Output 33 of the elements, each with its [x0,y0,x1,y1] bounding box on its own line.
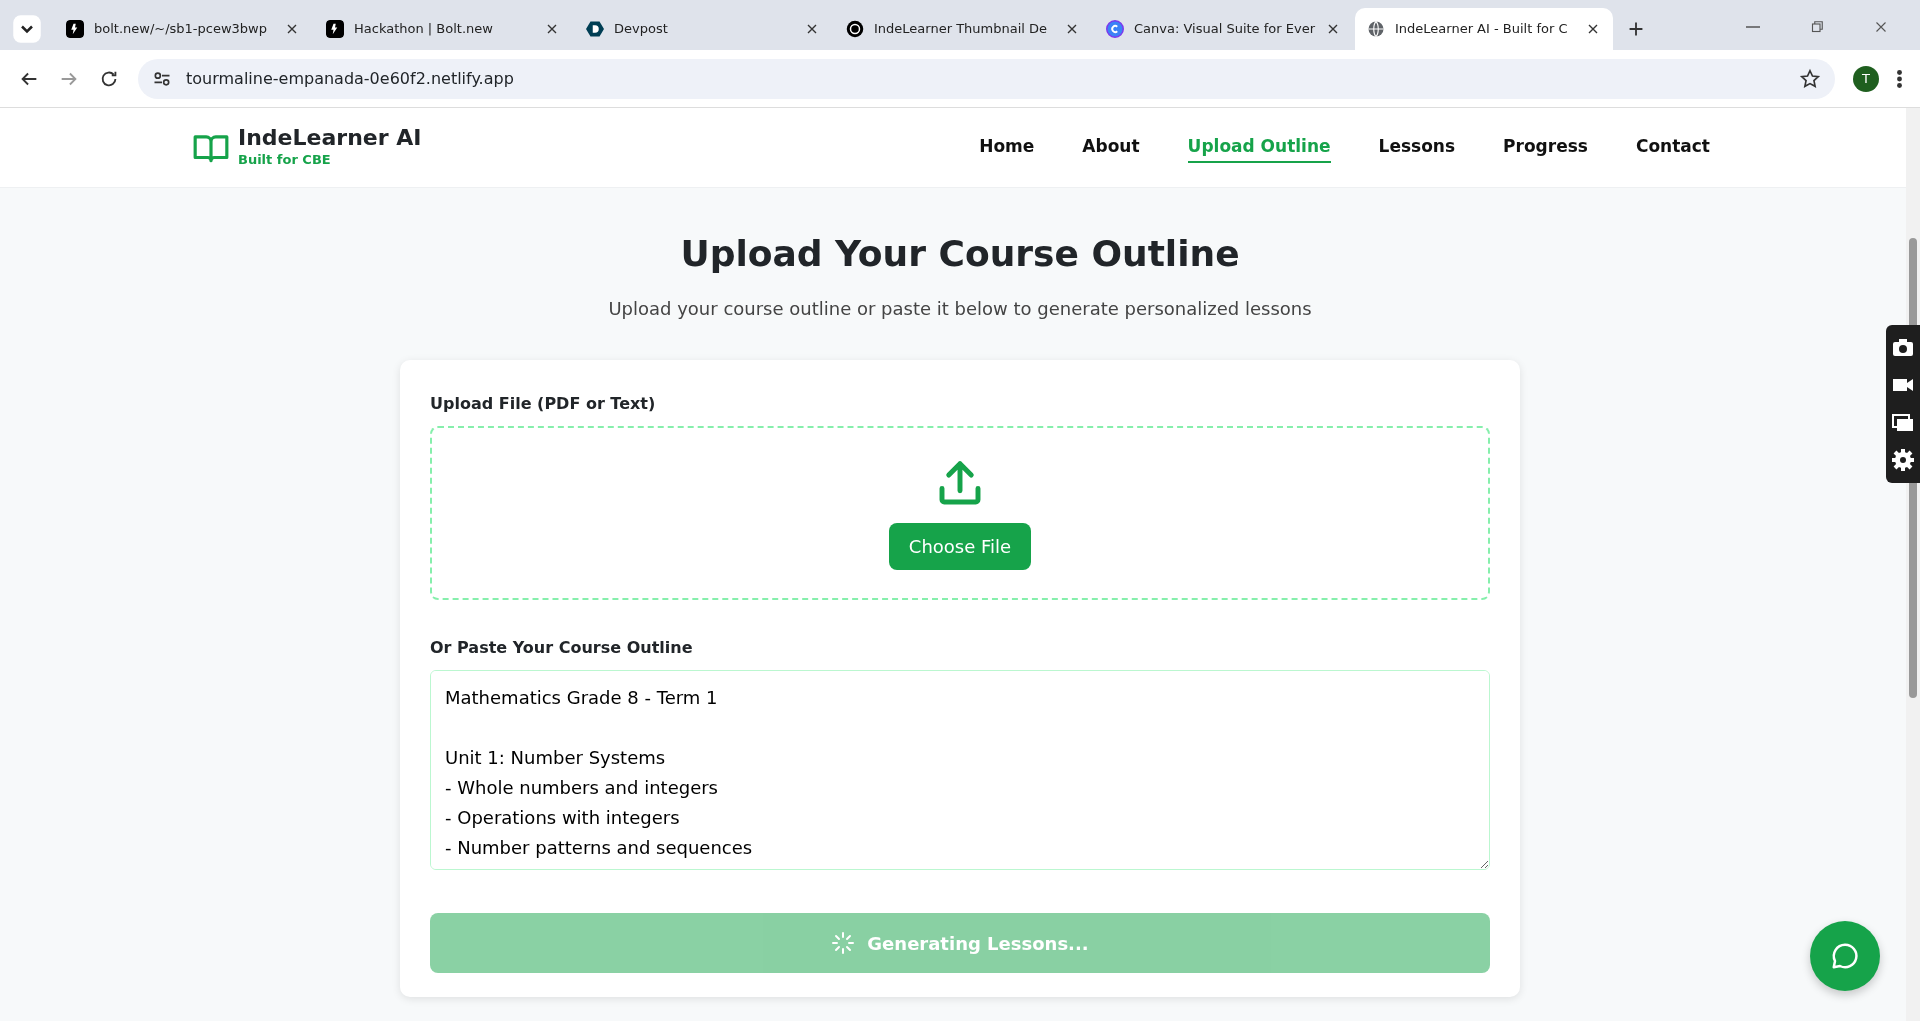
globe-icon [1367,20,1385,38]
circle-logo-icon [1106,20,1124,38]
brand-tagline: Built for CBE [238,150,332,169]
browser-tab[interactable]: Hackathon | Bolt.new [314,8,572,50]
star-icon [1799,67,1821,90]
browser-tab[interactable]: Canva: Visual Suite for Ever [1094,8,1353,50]
outline-label: Or Paste Your Course Outline [430,637,694,660]
nav-link[interactable]: Contact [1635,131,1710,164]
bolt-logo-icon [326,20,344,38]
url-text: tourmaline-empanada-0e60f2.netlify.app [186,67,515,90]
nav-link[interactable]: Lessons [1378,131,1456,164]
chat-bubble-icon [1830,941,1860,971]
browser-tab[interactable]: IndeLearner Thumbnail De [834,8,1092,50]
page-title: Upload Your Course Outline [679,232,1241,276]
browser-tab[interactable]: bolt.new/~/sb1-pcew3bwp [54,8,312,50]
address-bar[interactable]: tourmaline-empanada-0e60f2.netlify.app [138,58,1835,99]
nav-link[interactable]: Progress [1503,131,1588,164]
page-subtitle: Upload your course outline or paste it below to generate personalized lessons [607,297,1313,322]
brand-name: IndeLearner AI [238,125,422,150]
profile-avatar[interactable]: T [1853,65,1879,92]
circle-logo-icon [846,20,864,38]
nav-link[interactable]: Home [979,131,1035,164]
settings-icon [1891,448,1915,473]
chat-button[interactable] [1810,921,1880,991]
nav-link[interactable]: About [1082,131,1140,164]
hexagon-logo-icon [586,20,604,38]
upload-label: Upload File (PDF or Text) [430,393,657,416]
more-options-icon [1897,69,1902,88]
browser-tab[interactable]: Devpost [574,8,832,50]
chevron-down-icon [12,14,42,44]
bolt-logo-icon [66,20,84,38]
outline-textarea[interactable]: Mathematics Grade 8 - Term 1 Unit 1: Number Systems - Whole numbers and integers - Operations with integers - Number patterns and sequences [430,670,1490,871]
browser-tab[interactable]: IndeLearner AI - Built for C [1355,8,1613,50]
